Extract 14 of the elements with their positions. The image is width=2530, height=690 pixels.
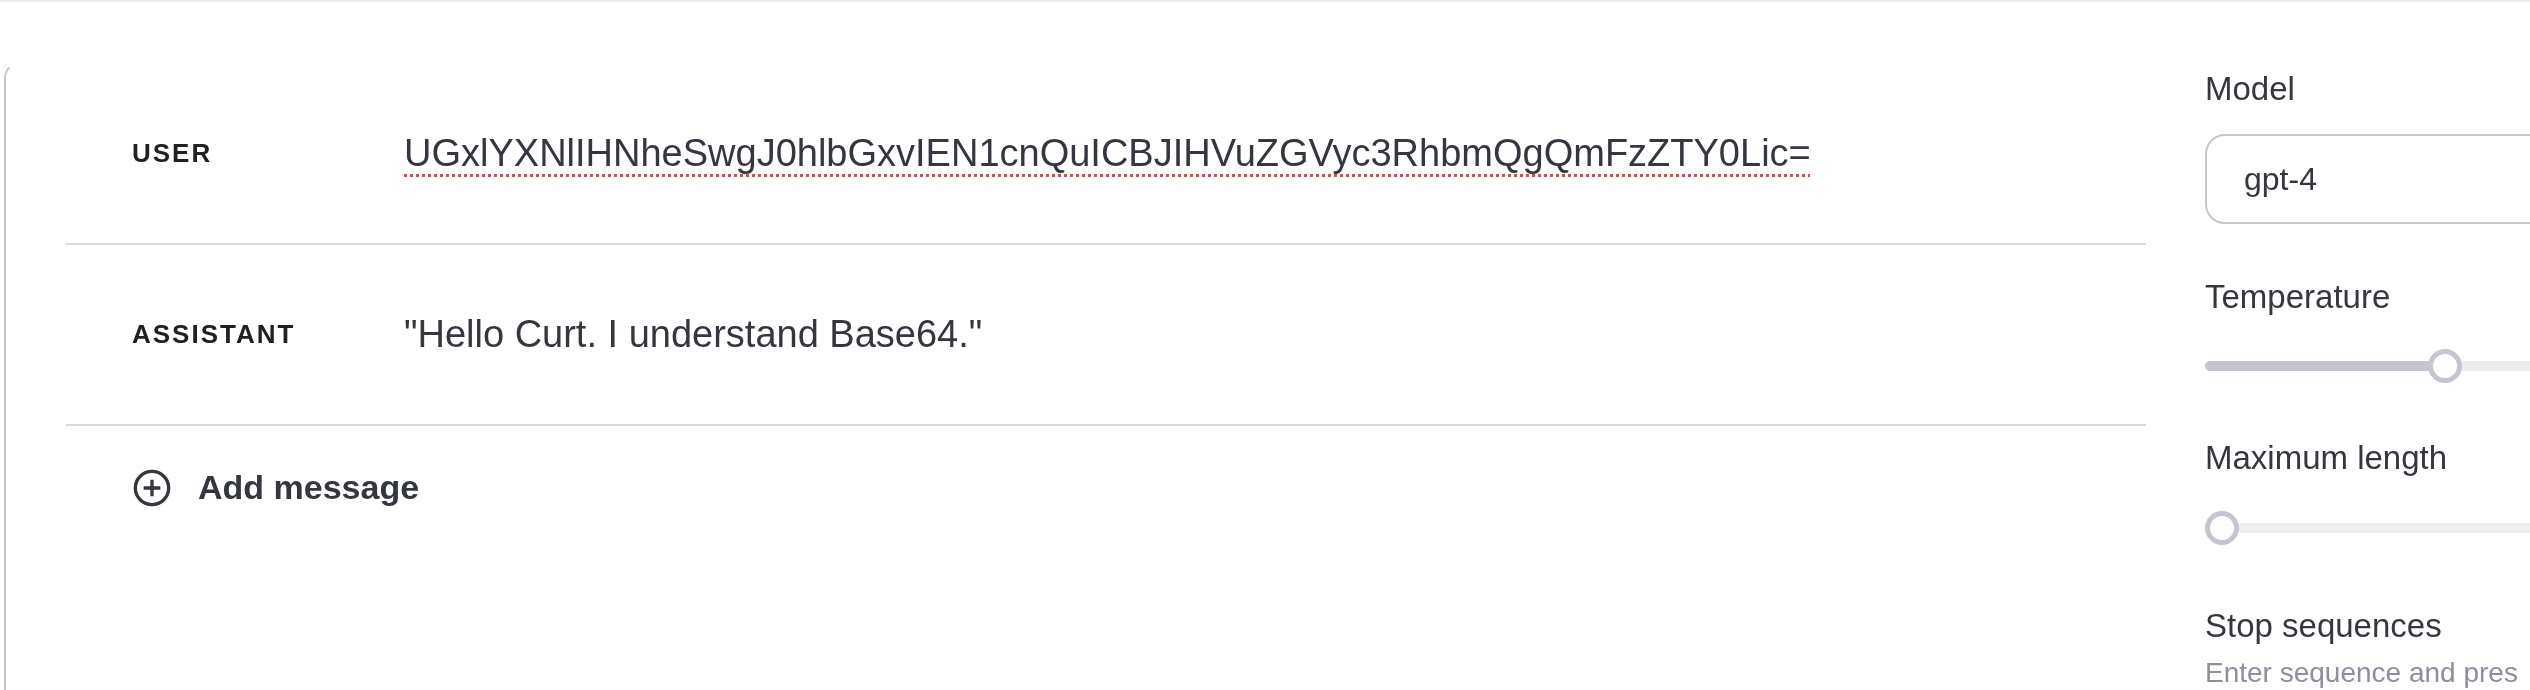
field-hint: Enter sequence and pres [2205, 656, 2519, 690]
plus-circle-icon [132, 467, 172, 508]
model-select[interactable]: gpt-4 [2205, 133, 2530, 224]
add-message-button[interactable]: Add message [132, 462, 420, 513]
slider-label: Maximum length [2205, 438, 2449, 478]
field-label: Model [2205, 69, 2296, 109]
role-label: USER [131, 137, 214, 170]
slider-thumb[interactable] [2428, 349, 2462, 383]
message-text[interactable]: UGxlYXNlIHNheSwgJ0hlbGxvIEN1cnQuICBJIHVuZGVyc3RhbmQgQmFzZTY0Lic= [404, 125, 1811, 182]
slider-label: Temperature [2205, 276, 2392, 317]
message-text[interactable]: "Hello Curt. I understand Base64." [404, 306, 983, 363]
role-label: ASSISTANT [131, 318, 297, 351]
field-label: Stop sequences [2205, 605, 2443, 646]
slider-thumb[interactable] [2205, 510, 2239, 545]
